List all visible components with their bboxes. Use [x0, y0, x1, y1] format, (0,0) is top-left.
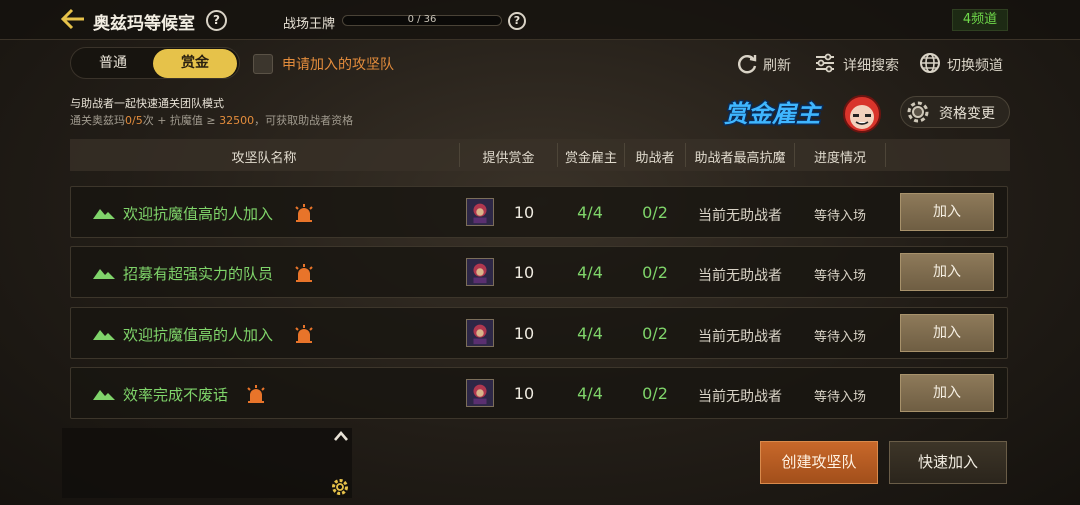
team-mode-icon: [93, 209, 115, 219]
helpers-count: 0/2: [642, 384, 668, 403]
employer-avatar-icon: [466, 258, 494, 286]
max-resist-value: 当前无助战者: [698, 389, 782, 405]
bounty-value: 10: [513, 263, 535, 282]
max-resist-value: 当前无助战者: [698, 329, 782, 345]
join-button[interactable]: 加入: [900, 253, 994, 291]
battlefield-help-icon[interactable]: ?: [508, 12, 526, 30]
chevron-up-icon[interactable]: [333, 430, 349, 442]
helpers-count: 0/2: [642, 203, 668, 222]
max-resist-value: 当前无助战者: [698, 268, 782, 284]
chat-panel[interactable]: [62, 428, 352, 498]
battlefield-progress-text: 0 / 36: [407, 14, 437, 25]
column-header-employers: 赏金雇主: [564, 151, 617, 166]
tab-normal[interactable]: 普通: [78, 50, 148, 76]
qualification-change-label[interactable]: 资格变更: [939, 103, 995, 123]
progress-status: 等待入场: [813, 330, 866, 345]
team-mode-icon: [93, 269, 115, 279]
battlefield-ace-label: 战场王牌: [283, 17, 336, 32]
max-resist-value: 当前无助战者: [698, 208, 782, 224]
alarm-icon: [295, 204, 313, 222]
progress-status: 等待入场: [813, 269, 866, 284]
tab-bounty[interactable]: 赏金: [153, 49, 237, 78]
employer-avatar-icon: [466, 198, 494, 226]
team-name: 欢迎抗魔值高的人加入: [123, 326, 274, 344]
refresh-icon[interactable]: [736, 52, 758, 74]
gear-icon[interactable]: [906, 100, 930, 124]
settings-gear-icon[interactable]: [331, 478, 349, 496]
column-header-team-name: 攻坚队名称: [231, 151, 297, 166]
bounty-value: 10: [513, 203, 535, 222]
employers-count: 4/4: [577, 263, 603, 282]
helpers-count: 0/2: [642, 324, 668, 343]
team-name: 效率完成不废话: [123, 386, 229, 404]
bounty-employer-logo: 赏金雇主: [723, 95, 881, 133]
svg-text:赏金雇主: 赏金雇主: [724, 100, 822, 128]
progress-status: 等待入场: [813, 390, 866, 405]
back-arrow-icon[interactable]: [60, 8, 86, 30]
team-mode-icon: [93, 330, 115, 340]
team-mode-icon: [93, 390, 115, 400]
join-button[interactable]: 加入: [900, 193, 994, 231]
column-header-helpers: 助战者: [635, 151, 675, 166]
team-name: 欢迎抗魔值高的人加入: [123, 205, 274, 223]
bounty-value: 10: [513, 384, 535, 403]
employers-count: 4/4: [577, 203, 603, 222]
team-name: 招募有超强实力的队员: [123, 265, 274, 283]
join-button[interactable]: 加入: [900, 374, 994, 412]
filter-icon[interactable]: [814, 53, 836, 73]
alarm-icon: [295, 325, 313, 343]
qualification-requirement: 通关奥兹玛0/5次 + 抗魔值 ≥ 32500，可获取助战者资格: [70, 114, 354, 127]
employer-avatar-icon: [466, 379, 494, 407]
bounty-value: 10: [513, 324, 535, 343]
switch-channel-button[interactable]: 切换频道: [947, 55, 1003, 75]
progress-status: 等待入场: [813, 209, 866, 224]
apply-filter-checkbox[interactable]: [253, 54, 273, 74]
create-team-button[interactable]: 创建攻坚队: [760, 441, 878, 484]
alarm-icon: [295, 264, 313, 282]
column-divider: [885, 143, 886, 167]
globe-icon[interactable]: [919, 52, 941, 74]
alarm-icon: [247, 385, 265, 403]
mode-description: 与助战者一起快速通关团队模式: [70, 97, 224, 110]
quick-join-button[interactable]: 快速加入: [889, 441, 1007, 484]
refresh-button[interactable]: 刷新: [763, 55, 791, 75]
helpers-count: 0/2: [642, 263, 668, 282]
detail-search-button[interactable]: 详细搜索: [843, 55, 899, 75]
join-button[interactable]: 加入: [900, 314, 994, 352]
employers-count: 4/4: [577, 324, 603, 343]
apply-filter-label[interactable]: 申请加入的攻坚队: [282, 54, 394, 74]
employers-count: 4/4: [577, 384, 603, 403]
employer-avatar-icon: [466, 319, 494, 347]
column-header-max-resist: 助战者最高抗魔: [694, 151, 786, 166]
column-header-bounty: 提供赏金: [482, 151, 535, 166]
channel-badge: 4频道: [952, 9, 1008, 31]
room-title: 奥兹玛等候室: [93, 14, 195, 34]
column-header-progress: 进度情况: [813, 151, 866, 166]
